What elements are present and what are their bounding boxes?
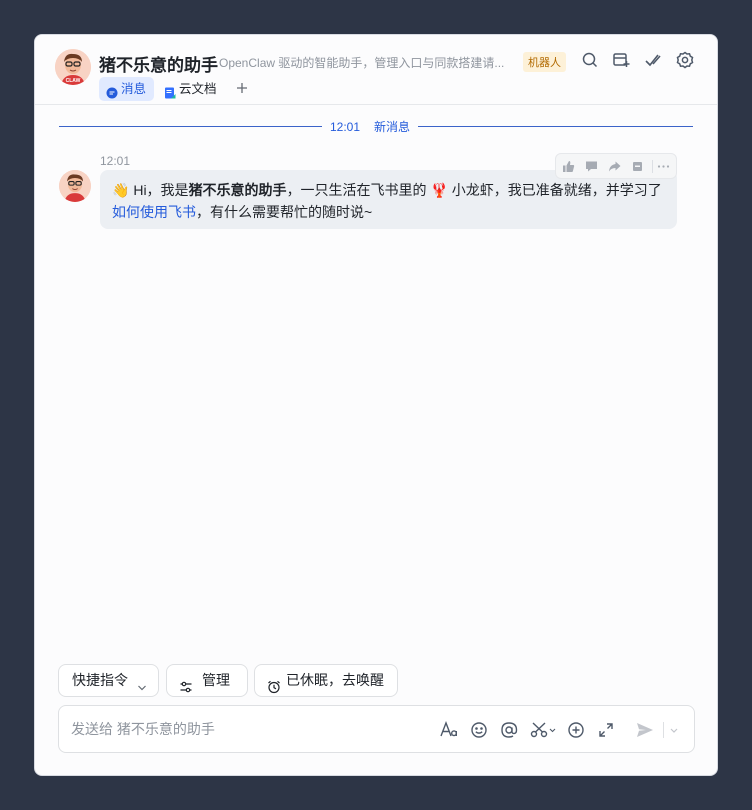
chat-window: CLAW 猪不乐意的助手 OpenClaw 驱动的智能助手，管理入口与同款搭建请… — [34, 34, 718, 776]
wave-emoji: 👋 — [112, 182, 130, 198]
bot-avatar[interactable]: CLAW — [55, 49, 91, 85]
add-to-group-icon[interactable] — [611, 50, 631, 70]
task-check-icon[interactable] — [643, 50, 663, 70]
tab-cloud-docs-label: 云文档 — [179, 82, 217, 96]
message-hover-toolbar — [555, 153, 677, 179]
search-chat-icon[interactable] — [580, 50, 600, 70]
chevron-down-icon — [135, 675, 149, 691]
message-timestamp: 12:01 — [100, 154, 131, 168]
alarm-clock-icon — [267, 674, 281, 694]
cloud-doc-icon — [164, 83, 176, 99]
message-input[interactable] — [71, 719, 431, 739]
settings-gear-icon[interactable] — [675, 50, 695, 70]
add-tab-icon[interactable] — [233, 79, 251, 97]
message-text-part2: ，一只生活在飞书里的 — [286, 182, 431, 198]
chat-title[interactable]: 猪不乐意的助手 — [99, 51, 218, 76]
message-text-part4: ，有什么需要帮忙的随时说~ — [196, 204, 373, 220]
emoji-icon[interactable] — [469, 720, 489, 740]
mention-icon[interactable] — [499, 720, 519, 740]
chat-header: CLAW 猪不乐意的助手 OpenClaw 驱动的智能助手，管理入口与同款搭建请… — [35, 35, 717, 105]
message-bot-name: 猪不乐意的助手 — [188, 182, 287, 198]
quick-commands-button[interactable]: 快捷指令 — [58, 664, 159, 697]
bot-badge: 机器人 — [523, 52, 566, 72]
wake-up-button[interactable]: 已休眠，去唤醒 — [254, 664, 398, 697]
message-composer — [58, 705, 695, 753]
how-to-use-feishu-link[interactable]: 如何使用飞书 — [112, 204, 196, 220]
lobster-emoji: 🦞 — [430, 182, 448, 198]
message-bubble-icon — [106, 83, 118, 99]
send-icon[interactable] — [635, 720, 655, 740]
wake-up-label: 已休眠，去唤醒 — [286, 672, 384, 688]
more-icon[interactable] — [657, 160, 670, 173]
tab-messages-label: 消息 — [121, 82, 147, 96]
divider-text: 新消息 — [374, 120, 411, 134]
pin-icon[interactable] — [631, 160, 644, 173]
add-circle-icon[interactable] — [566, 720, 586, 740]
new-message-divider-label: 12:01 新消息 — [322, 118, 419, 135]
toolbar-separator — [652, 160, 653, 173]
manage-label: 管理 — [202, 672, 230, 688]
message-sender-avatar[interactable] — [59, 170, 91, 202]
tab-cloud-docs[interactable]: 云文档 — [157, 77, 225, 101]
text-format-icon[interactable] — [439, 720, 459, 740]
forward-icon[interactable] — [608, 160, 621, 173]
message-text-part1: Hi，我是 — [129, 182, 189, 198]
avatar-label: CLAW — [66, 78, 81, 84]
expand-icon[interactable] — [596, 720, 616, 740]
reply-icon[interactable] — [585, 160, 598, 173]
thumbs-up-icon[interactable] — [562, 160, 575, 173]
send-options-chevron-icon[interactable] — [667, 720, 681, 740]
screenshot-scissors-icon[interactable] — [529, 720, 557, 740]
tab-messages[interactable]: 消息 — [99, 77, 155, 101]
divider-time: 12:01 — [330, 120, 361, 134]
manage-button[interactable]: 管理 — [166, 664, 248, 697]
message-text-part3: 小龙虾，我已准备就绪，并学习了 — [447, 182, 662, 198]
sliders-icon — [179, 674, 193, 693]
send-separator — [663, 722, 664, 738]
quick-commands-label: 快捷指令 — [72, 672, 128, 688]
chat-description[interactable]: OpenClaw 驱动的智能助手，管理入口与同款搭建请... — [219, 54, 504, 71]
